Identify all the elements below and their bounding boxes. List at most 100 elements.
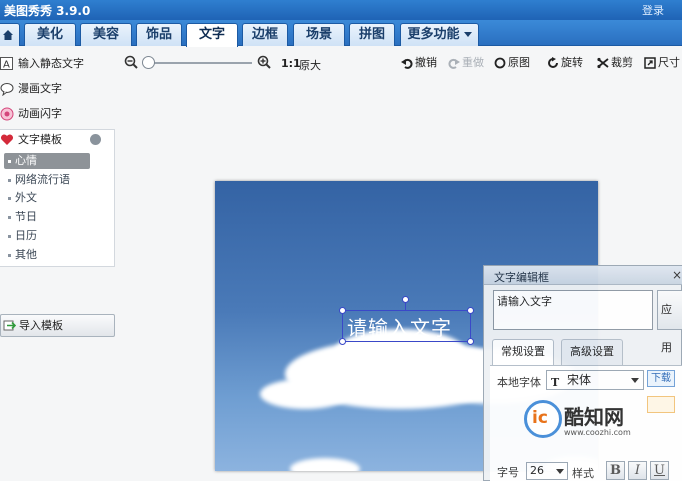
zoom-out-icon[interactable] bbox=[124, 55, 138, 69]
rotate-label: 旋转 bbox=[561, 56, 583, 69]
import-template-button[interactable]: 导入模板 bbox=[0, 314, 115, 337]
tab-more-features[interactable]: 更多功能 bbox=[400, 23, 479, 46]
editor-toolbar: 1:1 原大 撤销 重做 原图 旋转 裁剪 尺寸 bbox=[0, 47, 682, 81]
text-editor-header[interactable]: 文字编辑框 × bbox=[484, 266, 682, 285]
sidebar-comic-text-label: 漫画文字 bbox=[18, 82, 62, 95]
size-label: 尺寸 bbox=[658, 56, 680, 69]
flash-text-icon bbox=[0, 107, 14, 121]
font-size-value: 26 bbox=[530, 464, 544, 477]
sidebar-comic-text[interactable]: 漫画文字 bbox=[0, 80, 62, 98]
text-editor-title: 文字编辑框 bbox=[494, 271, 549, 284]
template-category-other[interactable]: 其他 bbox=[4, 247, 90, 263]
text-template-title: 文字模板 bbox=[18, 133, 62, 146]
heart-icon bbox=[0, 134, 14, 145]
site-watermark: ic 酷知网 www.coozhi.com bbox=[524, 398, 642, 444]
undo-button[interactable]: 撤销 bbox=[401, 55, 437, 71]
rotate-icon bbox=[548, 57, 558, 68]
rotate-button[interactable]: 旋转 bbox=[547, 55, 583, 71]
download-font-button[interactable]: 下载 bbox=[647, 370, 675, 387]
watermark-url: www.coozhi.com bbox=[564, 428, 631, 437]
resize-handle-bottom-left[interactable] bbox=[339, 338, 346, 345]
watermark-logo-icon: ic bbox=[524, 400, 562, 438]
font-select[interactable]: T 宋体 bbox=[546, 370, 644, 390]
template-category-calendar[interactable]: 日历 bbox=[4, 228, 90, 244]
tab-scenes[interactable]: 场景 bbox=[293, 23, 345, 46]
app-title: 美图秀秀 3.9.0 bbox=[4, 4, 91, 18]
template-category-holiday[interactable]: 节日 bbox=[4, 209, 90, 225]
cloud-shape bbox=[260, 379, 350, 409]
style-label: 样式 bbox=[572, 467, 594, 480]
font-select-value: 宋体 bbox=[567, 373, 592, 387]
font-size-label: 字号 bbox=[497, 466, 519, 479]
resize-handle-top-right[interactable] bbox=[467, 307, 474, 314]
resize-handle-top-left[interactable] bbox=[339, 307, 346, 314]
text-overlay-box[interactable]: 请输入文字 bbox=[342, 310, 471, 342]
text-input[interactable]: 请输入文字 bbox=[493, 290, 653, 330]
text-template-panel: 文字模板 心情 网络流行语 外文 节日 日历 其他 bbox=[0, 129, 115, 267]
tab-advanced-settings[interactable]: 高级设置 bbox=[561, 339, 623, 365]
cloud-shape bbox=[290, 458, 360, 471]
undo-icon bbox=[401, 58, 413, 69]
original-size-button[interactable]: 原大 bbox=[299, 57, 321, 73]
close-icon[interactable]: × bbox=[672, 268, 682, 282]
text-a-icon: A bbox=[0, 57, 14, 71]
redo-label: 重做 bbox=[462, 56, 484, 69]
download-button[interactable] bbox=[647, 396, 675, 413]
zoom-ratio-button[interactable]: 1:1 bbox=[281, 57, 301, 70]
tab-text[interactable]: 文字 bbox=[186, 23, 238, 47]
speech-bubble-icon bbox=[0, 82, 14, 97]
import-arrow-icon bbox=[3, 320, 16, 331]
resize-handle-bottom-right[interactable] bbox=[467, 338, 474, 345]
bold-button[interactable]: B bbox=[606, 461, 625, 480]
tab-general-settings[interactable]: 常规设置 bbox=[492, 339, 554, 366]
tab-collage[interactable]: 拼图 bbox=[349, 23, 395, 46]
tab-more-label: 更多功能 bbox=[407, 27, 460, 42]
login-link[interactable]: 登录 bbox=[642, 2, 664, 18]
text-template-header[interactable]: 文字模板 bbox=[0, 130, 114, 150]
tab-beauty[interactable]: 美容 bbox=[80, 23, 132, 46]
main-tab-bar: 美化 美容 饰品 文字 边框 场景 拼图 更多功能 bbox=[0, 20, 682, 47]
text-overlay: 请输入文字 bbox=[347, 316, 452, 340]
tab-beautify[interactable]: 美化 bbox=[24, 23, 76, 46]
original-image-button[interactable]: 原图 bbox=[494, 55, 530, 71]
template-category-mood[interactable]: 心情 bbox=[4, 153, 90, 169]
import-template-label: 导入模板 bbox=[19, 319, 63, 332]
title-bar: 美图秀秀 3.9.0 登录 bbox=[0, 0, 682, 20]
underline-button[interactable]: U bbox=[650, 461, 669, 480]
redo-icon bbox=[448, 58, 460, 69]
rotate-handle[interactable] bbox=[402, 296, 409, 303]
undo-label: 撤销 bbox=[415, 56, 437, 69]
template-category-internet-slang[interactable]: 网络流行语 bbox=[4, 172, 90, 188]
crop-icon bbox=[597, 57, 609, 69]
svg-text:A: A bbox=[3, 60, 10, 71]
home-icon bbox=[3, 30, 13, 40]
chevron-down-icon bbox=[556, 469, 564, 474]
chevron-down-icon bbox=[631, 378, 639, 383]
sidebar-static-text[interactable]: A 输入静态文字 bbox=[0, 55, 84, 73]
resize-icon bbox=[644, 57, 656, 69]
tab-home[interactable] bbox=[0, 23, 20, 46]
original-image-icon bbox=[494, 57, 506, 69]
font-type-icon: T bbox=[551, 376, 560, 389]
redo-button[interactable]: 重做 bbox=[448, 55, 484, 71]
sidebar-static-text-label: 输入静态文字 bbox=[18, 57, 84, 70]
rotate-handle-stem bbox=[405, 303, 406, 310]
collapse-icon[interactable] bbox=[90, 134, 101, 145]
zoom-slider-handle[interactable] bbox=[142, 56, 155, 69]
sidebar-animated-text[interactable]: 动画闪字 bbox=[0, 105, 62, 123]
zoom-in-icon[interactable] bbox=[257, 55, 271, 69]
tab-decorations[interactable]: 饰品 bbox=[136, 23, 182, 46]
italic-button[interactable]: I bbox=[628, 461, 647, 480]
original-image-label: 原图 bbox=[508, 56, 530, 69]
tab-frames[interactable]: 边框 bbox=[242, 23, 288, 46]
size-button[interactable]: 尺寸 bbox=[644, 55, 680, 71]
crop-label: 裁剪 bbox=[611, 56, 633, 69]
zoom-slider-track[interactable] bbox=[148, 62, 252, 64]
font-size-select[interactable]: 26 bbox=[526, 462, 568, 480]
template-category-foreign[interactable]: 外文 bbox=[4, 190, 90, 206]
text-editor-dialog: 文字编辑框 × 请输入文字 应用 常规设置 高级设置 本地字体 T 宋体 下载 … bbox=[483, 265, 682, 481]
watermark-logo-text: 酷知网 bbox=[564, 405, 624, 429]
apply-button[interactable]: 应用 bbox=[657, 290, 682, 354]
chevron-down-icon bbox=[463, 32, 472, 37]
crop-button[interactable]: 裁剪 bbox=[597, 55, 633, 71]
